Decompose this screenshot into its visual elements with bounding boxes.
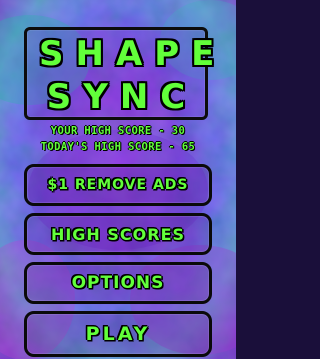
game-title-line-1: SHAPE [39,34,227,74]
remove-ads-button[interactable]: $1 REMOVE ADS [24,164,212,206]
game-title-line-2: SYNC [46,77,198,117]
title-panel: SHAPE SYNC [24,27,227,120]
game-menu-screen: SHAPE SYNC YOUR HIGH SCORE - 30 TODAY'S … [0,0,236,359]
play-button[interactable]: PLAY [24,311,212,357]
high-scores-button[interactable]: HIGH SCORES [24,213,212,255]
options-button[interactable]: OPTIONS [24,262,212,304]
todays-high-score: TODAY'S HIGH SCORE - 65 [40,141,196,153]
remove-ads-label: $1 REMOVE ADS [47,177,189,193]
options-label: OPTIONS [71,273,165,293]
play-label: PLAY [85,323,151,345]
high-scores-label: HIGH SCORES [50,224,186,244]
your-high-score: YOUR HIGH SCORE - 30 [50,125,186,137]
